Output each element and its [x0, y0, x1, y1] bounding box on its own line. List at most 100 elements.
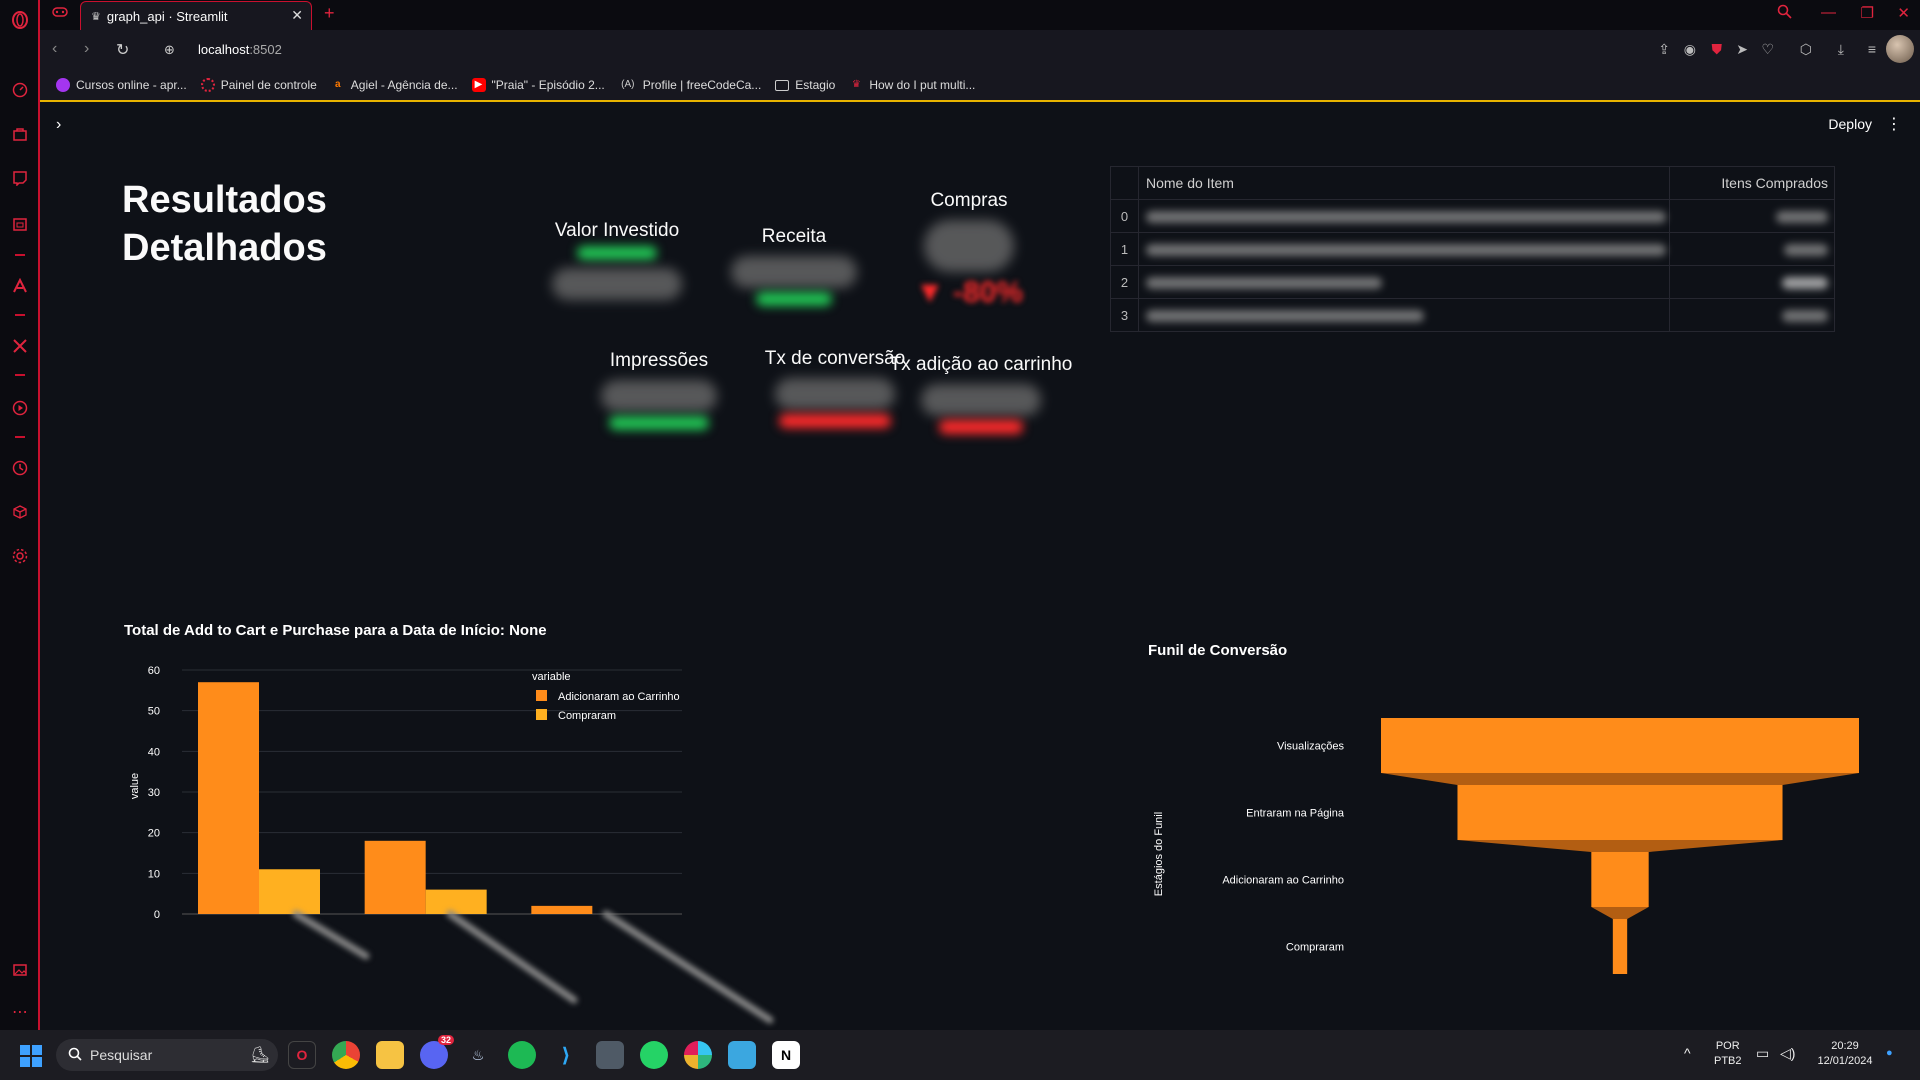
download-icon[interactable]: ⤓ — [1838, 41, 1844, 58]
reload-icon[interactable]: ↻ — [116, 40, 129, 60]
vscode-icon[interactable]: ⟩ — [552, 1041, 580, 1069]
shopping-icon[interactable] — [8, 122, 32, 146]
twitch-icon[interactable] — [8, 166, 32, 190]
new-tab-plus-icon[interactable]: + — [324, 3, 335, 24]
whatsapp-icon[interactable] — [640, 1041, 668, 1069]
column-header-nome[interactable]: Nome do Item — [1140, 167, 1670, 199]
chrome-icon[interactable] — [332, 1041, 360, 1069]
profile-avatar[interactable] — [1886, 35, 1914, 63]
funnel-chart[interactable]: Visualizações Entraram na Página Adicionar… — [1132, 684, 1912, 1024]
bookmark-item[interactable]: a Agiel - Agência de... — [331, 78, 458, 92]
legend-label-compraram[interactable]: Compraram — [558, 710, 616, 722]
legend-swatch-carrinho[interactable] — [536, 690, 547, 701]
notion-icon[interactable]: N — [772, 1041, 800, 1069]
tab-active[interactable]: ♛ graph_api · Streamlit ✕ — [80, 1, 312, 30]
minimize-icon[interactable]: — — [1821, 4, 1836, 21]
metric-value-blurred — [731, 256, 857, 288]
funnel-stage-bar[interactable] — [1591, 852, 1649, 907]
funnel-stage-bar[interactable] — [1381, 718, 1859, 773]
notepad-icon[interactable] — [728, 1041, 756, 1069]
camera-snapshot-icon[interactable]: ◉ — [1684, 41, 1696, 58]
windows-start-icon[interactable] — [20, 1045, 42, 1067]
bar-carrinho[interactable] — [531, 905, 593, 914]
adblock-shield-icon[interactable]: ⛊ — [1712, 41, 1723, 58]
table-row[interactable]: 2 — [1111, 266, 1834, 299]
expand-sidebar-chevron-icon[interactable]: › — [56, 116, 61, 134]
restore-icon[interactable]: ❐ — [1861, 4, 1874, 22]
table-row[interactable]: 3 — [1111, 299, 1834, 332]
forward-arrow-icon[interactable]: › — [84, 40, 89, 58]
clock[interactable]: 20:29 12/01/2024 — [1814, 1039, 1876, 1069]
legend-swatch-compraram[interactable] — [536, 709, 547, 720]
bar-compraram[interactable] — [425, 889, 487, 914]
x-twitter-icon[interactable] — [8, 334, 32, 358]
url-field[interactable]: localhost:8502 — [198, 42, 282, 57]
clock-time: 20:29 — [1831, 1040, 1859, 1052]
items-dataframe[interactable]: Nome do Item Itens Comprados 0 1 2 3 — [1110, 166, 1835, 332]
close-window-icon[interactable]: ✕ — [1897, 4, 1910, 22]
steam-icon[interactable]: ♨ — [464, 1041, 492, 1069]
easy-setup-menu-icon[interactable]: ≡ — [1868, 41, 1876, 57]
main-menu-kebab-icon[interactable]: ⋮ — [1886, 114, 1902, 134]
more-dots-icon[interactable]: ⋯ — [8, 1000, 32, 1024]
calendar-icon[interactable] — [8, 212, 32, 236]
notification-bell-icon[interactable]: ● — [1886, 1046, 1893, 1061]
funnel-stage-label: Adicionaram ao Carrinho — [1222, 875, 1344, 887]
deploy-button[interactable]: Deploy — [1828, 116, 1872, 132]
opera-logo-icon[interactable] — [8, 8, 32, 32]
speed-dial-icon[interactable] — [8, 78, 32, 102]
bar-compraram[interactable] — [259, 869, 320, 914]
funnel-stage-bar[interactable] — [1457, 785, 1783, 840]
file-explorer-icon[interactable] — [376, 1041, 404, 1069]
site-info-globe-icon[interactable]: ⊕ — [164, 42, 175, 58]
opera-taskbar-icon[interactable]: O — [288, 1041, 316, 1069]
bar-chart[interactable]: 0 10 20 30 40 50 60 value variable Adicionaram… — [112, 654, 872, 1030]
extensions-cube-icon[interactable] — [8, 500, 32, 524]
slack-icon[interactable] — [684, 1041, 712, 1069]
gallery-icon[interactable] — [8, 958, 32, 982]
tray-chevron-icon[interactable]: ^ — [1684, 1046, 1691, 1061]
taskbar-search[interactable]: Pesquisar ⛸ — [56, 1039, 278, 1071]
tab-search-icon[interactable] — [1777, 4, 1792, 23]
row-index: 0 — [1111, 200, 1139, 232]
item-qty-blurred — [1669, 299, 1834, 332]
metric-compras: Compras ▼ -80% — [884, 190, 1054, 310]
address-bar: ‹ › ↻ ⊕ localhost:8502 ⇪ ◉ ⛊ ➤ ♡ ⬡ ⤓ ≡ — [40, 30, 1920, 70]
gamepad-icon[interactable] — [52, 6, 68, 21]
discord-icon[interactable]: 32 — [420, 1035, 454, 1069]
y-tick-label: 20 — [148, 828, 160, 840]
calculator-icon[interactable] — [596, 1041, 624, 1069]
bookmark-item[interactable]: ♛ How do I put multi... — [849, 78, 976, 92]
bar-carrinho[interactable] — [364, 840, 426, 914]
settings-gear-icon[interactable] — [8, 544, 32, 568]
spotify-icon[interactable] — [508, 1041, 536, 1069]
heart-icon[interactable]: ♡ — [1761, 41, 1774, 58]
language-indicator[interactable]: POR PTB2 — [1714, 1039, 1742, 1069]
metric-label: Tx adição ao carrinho — [889, 354, 1073, 375]
extensions-icon[interactable]: ⬡ — [1800, 41, 1812, 58]
item-qty-blurred — [1669, 233, 1834, 265]
back-arrow-icon[interactable]: ‹ — [52, 40, 57, 58]
bar-carrinho[interactable] — [198, 682, 259, 914]
share-icon[interactable]: ⇪ — [1658, 41, 1670, 58]
bookmark-item[interactable]: Estagio — [775, 78, 835, 92]
close-tab-icon[interactable]: ✕ — [291, 7, 303, 24]
table-row[interactable]: 1 — [1111, 233, 1834, 266]
column-header-qty[interactable]: Itens Comprados — [1669, 167, 1834, 199]
volume-icon[interactable]: ◁) — [1780, 1046, 1795, 1061]
freecodecamp-icon: (A) — [621, 79, 635, 90]
history-icon[interactable] — [8, 456, 32, 480]
network-icon[interactable]: ▭ — [1756, 1046, 1769, 1061]
bookmark-item[interactable]: Painel de controle — [200, 78, 317, 92]
bookmark-item[interactable]: Cursos online - apr... — [56, 78, 187, 92]
legend-label-carrinho[interactable]: Adicionaram ao Carrinho — [558, 691, 680, 703]
index-header — [1111, 167, 1139, 199]
player-icon[interactable] — [8, 396, 32, 420]
bookmark-item[interactable]: ▶ "Praia" - Episódio 2... — [471, 78, 605, 92]
table-row[interactable]: 0 — [1111, 200, 1834, 233]
send-flow-icon[interactable]: ➤ — [1736, 41, 1748, 58]
bookmark-item[interactable]: (A) Profile | freeCodeCa... — [619, 78, 761, 92]
funnel-stage-bar[interactable] — [1612, 919, 1628, 974]
udemy-icon — [56, 78, 70, 92]
aria-icon[interactable] — [8, 274, 32, 298]
